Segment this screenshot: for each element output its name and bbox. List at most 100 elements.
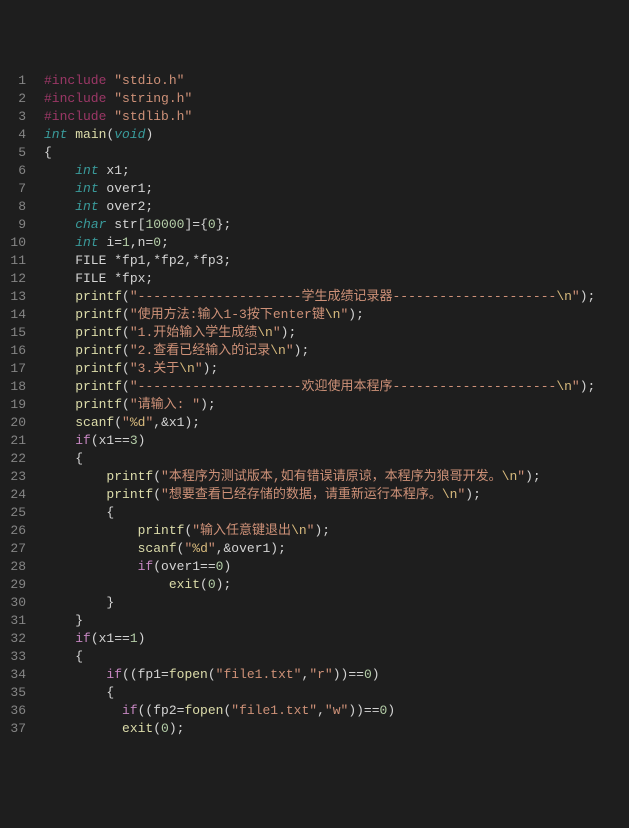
code-line[interactable]: if(x1==3) bbox=[44, 432, 595, 450]
token-str: "2.查看已经输入的记录 bbox=[130, 343, 270, 358]
token-num: 1 bbox=[122, 235, 130, 250]
token-op: ) bbox=[223, 559, 231, 574]
code-line[interactable]: int x1; bbox=[44, 162, 595, 180]
code-line[interactable]: char str[10000]={0}; bbox=[44, 216, 595, 234]
token-fn: main bbox=[75, 127, 106, 142]
line-number: 19 bbox=[6, 396, 26, 414]
code-line[interactable]: int main(void) bbox=[44, 126, 595, 144]
line-number: 21 bbox=[6, 432, 26, 450]
code-line[interactable]: int over2; bbox=[44, 198, 595, 216]
code-line[interactable]: printf("本程序为测试版本,如有错误请原谅，本程序为狼哥开发。\n"); bbox=[44, 468, 595, 486]
code-line[interactable]: if((fp1=fopen("file1.txt","r"))==0) bbox=[44, 666, 595, 684]
code-line[interactable]: #include "string.h" bbox=[44, 90, 595, 108]
line-number: 23 bbox=[6, 468, 26, 486]
token-punct: ( bbox=[122, 289, 130, 304]
token-op bbox=[44, 667, 106, 682]
token-fn: printf bbox=[75, 325, 122, 340]
token-fn: scanf bbox=[138, 541, 177, 556]
code-line[interactable]: FILE *fpx; bbox=[44, 270, 595, 288]
code-line[interactable]: { bbox=[44, 648, 595, 666]
token-num: 0 bbox=[380, 703, 388, 718]
token-str: "使用方法:输入1-3按下enter键 bbox=[130, 307, 325, 322]
token-op: ) bbox=[138, 631, 146, 646]
code-line[interactable]: } bbox=[44, 612, 595, 630]
code-line[interactable]: if((fp2=fopen("file1.txt","w"))==0) bbox=[44, 702, 595, 720]
code-line[interactable]: scanf("%d",&x1); bbox=[44, 414, 595, 432]
token-op bbox=[44, 307, 75, 322]
line-number: 8 bbox=[6, 198, 26, 216]
token-punct: ( bbox=[208, 667, 216, 682]
token-op: ,&x1); bbox=[153, 415, 200, 430]
token-kw-type: int bbox=[75, 235, 98, 250]
token-punct: { bbox=[44, 145, 52, 160]
code-area[interactable]: #include "stdio.h"#include "string.h"#in… bbox=[38, 72, 595, 738]
code-line[interactable]: exit(0); bbox=[44, 720, 595, 738]
token-op: } bbox=[44, 595, 114, 610]
token-op bbox=[44, 523, 138, 538]
line-number: 7 bbox=[6, 180, 26, 198]
line-number: 32 bbox=[6, 630, 26, 648]
code-line[interactable]: int i=1,n=0; bbox=[44, 234, 595, 252]
code-line[interactable]: printf("2.查看已经输入的记录\n"); bbox=[44, 342, 595, 360]
code-line[interactable]: printf("---------------------欢迎使用本程序----… bbox=[44, 378, 595, 396]
token-punct: ); bbox=[465, 487, 481, 502]
code-line[interactable]: exit(0); bbox=[44, 576, 595, 594]
code-line[interactable]: FILE *fp1,*fp2,*fp3; bbox=[44, 252, 595, 270]
code-line[interactable]: { bbox=[44, 684, 595, 702]
code-line[interactable]: printf("输入任意键退出\n"); bbox=[44, 522, 595, 540]
token-str: " bbox=[286, 343, 294, 358]
token-op bbox=[44, 181, 75, 196]
token-esc: \n bbox=[325, 307, 341, 322]
code-line[interactable]: if(x1==1) bbox=[44, 630, 595, 648]
token-fn: printf bbox=[75, 307, 122, 322]
token-str: "r" bbox=[309, 667, 332, 682]
token-op bbox=[44, 361, 75, 376]
token-op bbox=[44, 415, 75, 430]
token-fn: printf bbox=[138, 523, 185, 538]
token-punct: ( bbox=[223, 703, 231, 718]
token-str: "string.h" bbox=[114, 91, 192, 106]
token-punct: ); bbox=[580, 289, 596, 304]
code-line[interactable]: printf("请输入: "); bbox=[44, 396, 595, 414]
token-esc: \n bbox=[442, 487, 458, 502]
code-line[interactable]: scanf("%d",&over1); bbox=[44, 540, 595, 558]
code-line[interactable]: #include "stdlib.h" bbox=[44, 108, 595, 126]
line-number: 16 bbox=[6, 342, 26, 360]
code-line[interactable]: #include "stdio.h" bbox=[44, 72, 595, 90]
token-str: "---------------------欢迎使用本程序-----------… bbox=[130, 379, 556, 394]
token-str: "file1.txt" bbox=[216, 667, 302, 682]
token-punct: ( bbox=[122, 361, 130, 376]
code-line[interactable]: } bbox=[44, 594, 595, 612]
code-line[interactable]: { bbox=[44, 144, 595, 162]
token-op bbox=[44, 199, 75, 214]
token-op: (over1== bbox=[153, 559, 215, 574]
token-str: "1.开始输入学生成绩 bbox=[130, 325, 257, 340]
code-line[interactable]: printf("3.关于\n"); bbox=[44, 360, 595, 378]
code-line[interactable]: { bbox=[44, 450, 595, 468]
line-number: 34 bbox=[6, 666, 26, 684]
line-number: 4 bbox=[6, 126, 26, 144]
token-op: { bbox=[44, 505, 114, 520]
token-esc: \n bbox=[291, 523, 307, 538]
code-line[interactable]: printf("---------------------学生成绩记录器----… bbox=[44, 288, 595, 306]
token-str: " bbox=[273, 325, 281, 340]
line-number: 13 bbox=[6, 288, 26, 306]
code-line[interactable]: { bbox=[44, 504, 595, 522]
token-punct: ( bbox=[122, 343, 130, 358]
line-number: 31 bbox=[6, 612, 26, 630]
token-op: over2; bbox=[99, 199, 154, 214]
code-line[interactable]: printf("想要查看已经存储的数据，请重新运行本程序。\n"); bbox=[44, 486, 595, 504]
token-fn: fopen bbox=[184, 703, 223, 718]
line-number: 2 bbox=[6, 90, 26, 108]
code-line[interactable]: printf("1.开始输入学生成绩\n"); bbox=[44, 324, 595, 342]
token-op bbox=[44, 703, 122, 718]
code-line[interactable]: printf("使用方法:输入1-3按下enter键\n"); bbox=[44, 306, 595, 324]
token-esc: \n bbox=[502, 469, 518, 484]
token-kw-type: char bbox=[75, 217, 106, 232]
token-str: "w" bbox=[325, 703, 348, 718]
token-fn: printf bbox=[106, 487, 153, 502]
token-op bbox=[44, 289, 75, 304]
code-line[interactable]: int over1; bbox=[44, 180, 595, 198]
token-esc: \n bbox=[556, 379, 572, 394]
code-line[interactable]: if(over1==0) bbox=[44, 558, 595, 576]
